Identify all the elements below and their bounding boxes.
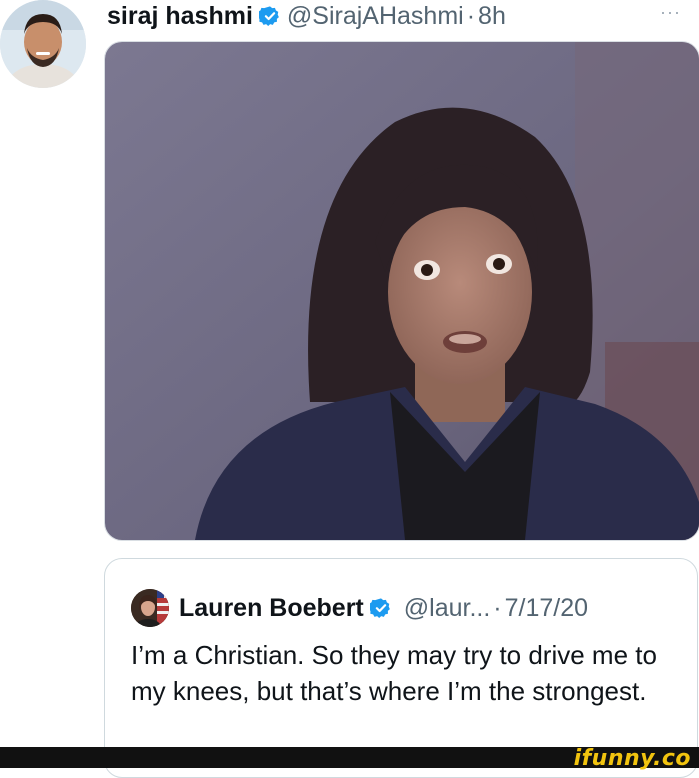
avatar-image [0,0,86,88]
quoted-tweet-header: Lauren Boebert @laur... · 7/17/20 [131,589,588,627]
tweet-media-image[interactable] [104,41,699,541]
author-name[interactable]: siraj hashmi [107,2,253,31]
author-avatar[interactable] [0,0,86,88]
photo-illustration [105,42,699,540]
more-options-icon[interactable]: ··· [660,2,681,23]
verified-badge-icon [258,6,279,26]
watermark-bar: ifunny.co [0,746,699,771]
ifunny-watermark: ifunny.co [573,746,691,771]
quoted-date[interactable]: 7/17/20 [505,594,588,623]
tweet-header: siraj hashmi @SirajAHashmi · 8h [107,0,506,32]
quoted-tweet-card[interactable]: Lauren Boebert @laur... · 7/17/20 I’m a … [104,558,698,778]
quoted-tweet-text: I’m a Christian. So they may try to driv… [131,640,657,706]
separator-dot: · [466,1,476,30]
quoted-author-handle[interactable]: @laur... [404,594,491,623]
quoted-author-name[interactable]: Lauren Boebert [179,594,364,623]
author-handle[interactable]: @SirajAHashmi [287,2,464,31]
tweet-timestamp[interactable]: 8h [478,2,506,31]
quoted-author-avatar[interactable] [131,589,169,627]
quoted-separator-dot: · [493,593,502,622]
quoted-verified-badge-icon [369,598,390,618]
quoted-avatar-image [131,589,169,627]
